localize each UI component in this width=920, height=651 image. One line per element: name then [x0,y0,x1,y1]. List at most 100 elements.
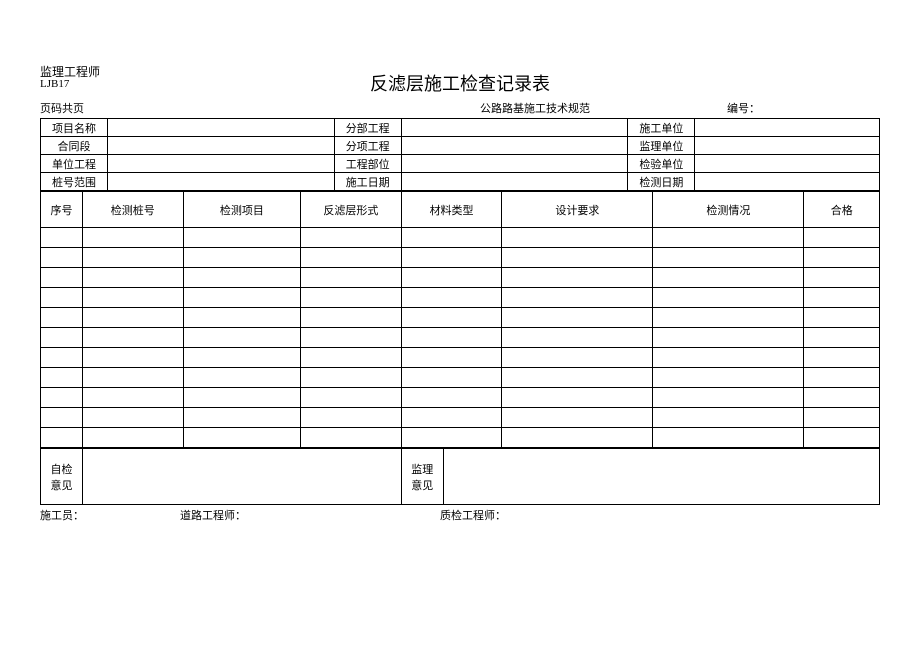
cell-filter_form[interactable] [301,348,402,368]
cell-item[interactable] [183,428,300,448]
cell-inspection[interactable] [653,288,804,308]
cell-design_req[interactable] [502,408,653,428]
cell-inspection[interactable] [653,328,804,348]
cell-qualified[interactable] [804,308,880,328]
cell-material_type[interactable] [401,288,502,308]
cell-design_req[interactable] [502,368,653,388]
cell-stake[interactable] [82,328,183,348]
cell-filter_form[interactable] [301,288,402,308]
cell-filter_form[interactable] [301,428,402,448]
cell-material_type[interactable] [401,368,502,388]
cell-seq[interactable] [41,408,83,428]
cell-item[interactable] [183,228,300,248]
cell-seq[interactable] [41,388,83,408]
cell-material_type[interactable] [401,248,502,268]
value-construction-date[interactable] [401,173,628,191]
cell-stake[interactable] [82,268,183,288]
cell-design_req[interactable] [502,248,653,268]
cell-item[interactable] [183,368,300,388]
cell-stake[interactable] [82,428,183,448]
cell-qualified[interactable] [804,348,880,368]
cell-filter_form[interactable] [301,248,402,268]
cell-qualified[interactable] [804,248,880,268]
cell-item[interactable] [183,288,300,308]
cell-seq[interactable] [41,268,83,288]
cell-inspection[interactable] [653,408,804,428]
cell-inspection[interactable] [653,428,804,448]
cell-item[interactable] [183,308,300,328]
cell-stake[interactable] [82,248,183,268]
cell-material_type[interactable] [401,308,502,328]
cell-filter_form[interactable] [301,368,402,388]
cell-stake[interactable] [82,288,183,308]
cell-seq[interactable] [41,228,83,248]
cell-material_type[interactable] [401,328,502,348]
cell-inspection[interactable] [653,228,804,248]
value-inspection-unit[interactable] [695,155,880,173]
cell-filter_form[interactable] [301,388,402,408]
cell-qualified[interactable] [804,428,880,448]
cell-stake[interactable] [82,348,183,368]
cell-stake[interactable] [82,408,183,428]
cell-stake[interactable] [82,308,183,328]
cell-qualified[interactable] [804,388,880,408]
value-test-date[interactable] [695,173,880,191]
supervision-opinion-value[interactable] [443,449,879,505]
cell-filter_form[interactable] [301,308,402,328]
cell-design_req[interactable] [502,348,653,368]
cell-inspection[interactable] [653,368,804,388]
cell-qualified[interactable] [804,328,880,348]
cell-item[interactable] [183,328,300,348]
cell-qualified[interactable] [804,228,880,248]
cell-design_req[interactable] [502,428,653,448]
cell-material_type[interactable] [401,408,502,428]
cell-inspection[interactable] [653,248,804,268]
cell-inspection[interactable] [653,308,804,328]
cell-item[interactable] [183,268,300,288]
cell-inspection[interactable] [653,348,804,368]
value-project-part[interactable] [401,155,628,173]
cell-qualified[interactable] [804,268,880,288]
cell-material_type[interactable] [401,388,502,408]
cell-qualified[interactable] [804,408,880,428]
cell-inspection[interactable] [653,268,804,288]
value-construction-unit[interactable] [695,119,880,137]
value-unit-project[interactable] [108,155,335,173]
cell-seq[interactable] [41,428,83,448]
cell-design_req[interactable] [502,388,653,408]
value-subitem[interactable] [401,137,628,155]
cell-design_req[interactable] [502,268,653,288]
cell-filter_form[interactable] [301,408,402,428]
cell-seq[interactable] [41,248,83,268]
cell-item[interactable] [183,348,300,368]
cell-item[interactable] [183,248,300,268]
cell-filter_form[interactable] [301,268,402,288]
cell-design_req[interactable] [502,328,653,348]
cell-material_type[interactable] [401,428,502,448]
value-contract[interactable] [108,137,335,155]
cell-item[interactable] [183,408,300,428]
cell-material_type[interactable] [401,348,502,368]
cell-qualified[interactable] [804,288,880,308]
cell-design_req[interactable] [502,308,653,328]
cell-stake[interactable] [82,368,183,388]
cell-qualified[interactable] [804,368,880,388]
cell-inspection[interactable] [653,388,804,408]
cell-seq[interactable] [41,368,83,388]
cell-filter_form[interactable] [301,228,402,248]
value-supervision-unit[interactable] [695,137,880,155]
cell-material_type[interactable] [401,268,502,288]
value-project-name[interactable] [108,119,335,137]
cell-item[interactable] [183,388,300,408]
cell-seq[interactable] [41,328,83,348]
cell-filter_form[interactable] [301,328,402,348]
cell-seq[interactable] [41,308,83,328]
cell-design_req[interactable] [502,288,653,308]
cell-stake[interactable] [82,228,183,248]
cell-stake[interactable] [82,388,183,408]
value-subsection[interactable] [401,119,628,137]
self-opinion-value[interactable] [82,449,401,505]
value-stake-range[interactable] [108,173,335,191]
cell-material_type[interactable] [401,228,502,248]
cell-design_req[interactable] [502,228,653,248]
